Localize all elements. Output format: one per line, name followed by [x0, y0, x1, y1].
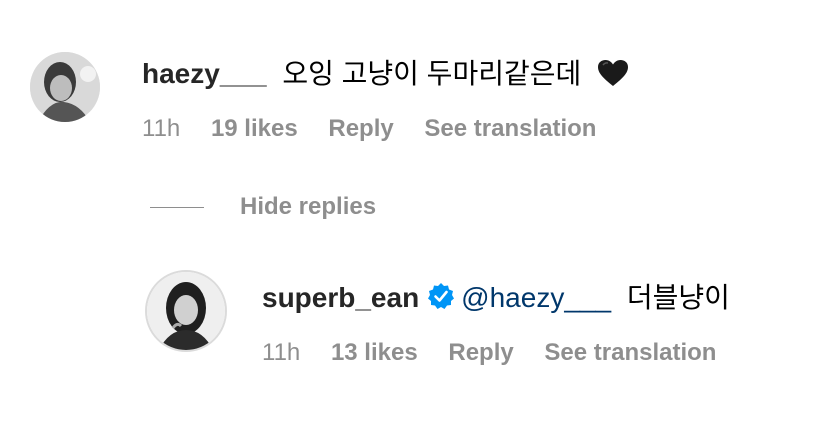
- likes-count[interactable]: 19 likes: [211, 115, 298, 142]
- timestamp: 11h: [262, 339, 301, 366]
- avatar-photo: [30, 52, 100, 122]
- reply-text: 더블냥이: [626, 282, 730, 313]
- timestamp: 11h: [142, 115, 181, 142]
- avatar-photo: [147, 272, 225, 350]
- see-translation-button[interactable]: See translation: [424, 115, 596, 142]
- hide-replies-label: Hide replies: [240, 193, 377, 220]
- reply-button[interactable]: Reply: [328, 115, 393, 142]
- avatar[interactable]: [30, 52, 100, 122]
- reply-meta: 11h 13 likes Reply See translation: [262, 338, 740, 368]
- hide-replies-button[interactable]: Hide replies: [150, 192, 376, 222]
- comment-meta: 11h 19 likes Reply See translation: [142, 114, 620, 144]
- username[interactable]: haezy___: [142, 58, 267, 89]
- reply-button[interactable]: Reply: [448, 339, 513, 366]
- comment-text: 오잉 고냥이 두마리같은데: [282, 58, 582, 89]
- likes-count[interactable]: 13 likes: [331, 339, 418, 366]
- reply-line: superb_ean @haezy___ 더블냥이: [262, 281, 730, 318]
- see-translation-button[interactable]: See translation: [544, 339, 716, 366]
- comment-line: haezy___ 오잉 고냥이 두마리같은데: [142, 57, 629, 95]
- verified-badge-icon: [427, 282, 455, 318]
- mention-link[interactable]: @haezy___: [461, 282, 611, 313]
- black-heart-icon: [597, 59, 629, 95]
- username[interactable]: superb_ean: [262, 282, 419, 313]
- avatar[interactable]: [145, 270, 227, 352]
- comment-haezy: haezy___ 오잉 고냥이 두마리같은데 11h 19 likes Repl…: [0, 0, 828, 180]
- divider-line: [150, 207, 204, 209]
- reply-superb-ean: superb_ean @haezy___ 더블냥이 11h 13 likes R…: [0, 250, 828, 421]
